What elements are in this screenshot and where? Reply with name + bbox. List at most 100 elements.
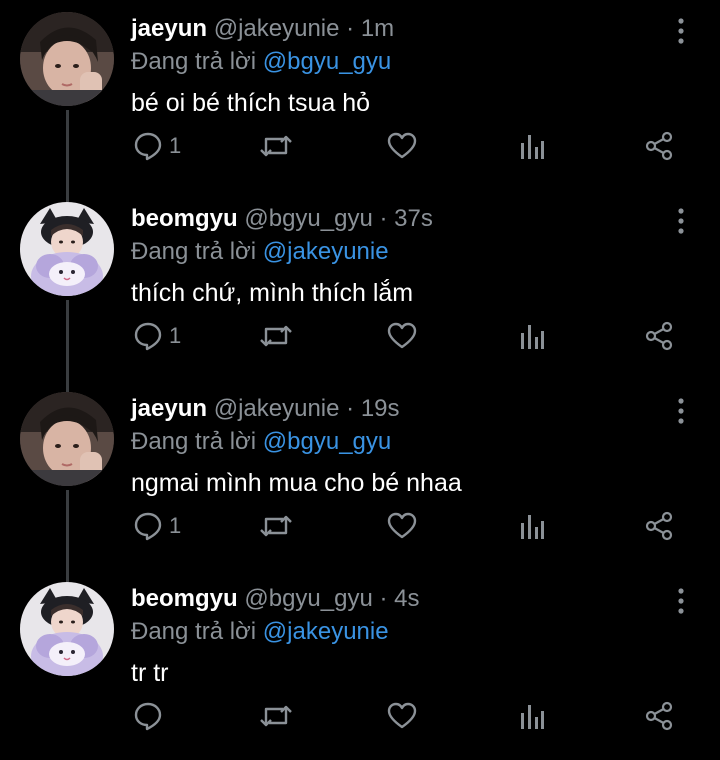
share-icon [645, 701, 673, 731]
retweet-button[interactable] [259, 506, 293, 546]
tweet[interactable]: beomgyu @bgyu_gyu · 37s Đang trả lời @ja… [0, 190, 720, 380]
reply-count: 1 [169, 323, 182, 348]
jaeyun-avatar-image [20, 392, 114, 486]
more-button[interactable] [672, 396, 690, 426]
retweet-icon [260, 705, 292, 727]
replying-to: Đang trả lời @jakeyunie [131, 237, 389, 267]
share-icon [645, 131, 673, 161]
like-button[interactable] [387, 506, 417, 546]
analytics-icon [521, 135, 544, 159]
heart-icon [387, 702, 417, 729]
analytics-button[interactable] [519, 506, 545, 546]
avatar[interactable] [20, 582, 114, 676]
retweet-icon [260, 135, 292, 157]
analytics-icon [521, 515, 544, 539]
tweet-text: ngmai mình mua cho bé nhaa [131, 469, 462, 497]
like-button[interactable] [387, 316, 417, 356]
tweet[interactable]: beomgyu @bgyu_gyu · 4s Đang trả lời @jak… [0, 570, 720, 760]
tweet-header: jaeyun @jakeyunie · 19s [131, 394, 400, 424]
tweet-text: tr tr [131, 659, 169, 687]
mention-link[interactable]: @jakeyunie [263, 618, 389, 645]
tweet-header: beomgyu @bgyu_gyu · 4s [131, 584, 420, 614]
retweet-button[interactable] [259, 696, 293, 736]
tweet-text: bé oi bé thích tsua hỏ [131, 89, 371, 117]
reply-count: 1 [169, 513, 182, 538]
tweet-header: jaeyun @jakeyunie · 1m [131, 14, 394, 44]
more-vertical-icon [678, 398, 684, 424]
reply-button[interactable]: 1 [133, 316, 181, 356]
replying-to: Đang trả lời @bgyu_gyu [131, 47, 391, 77]
reply-button[interactable]: 1 [133, 126, 181, 166]
mention-link[interactable]: @jakeyunie [263, 238, 389, 265]
reply-count: 1 [169, 133, 182, 158]
display-name[interactable]: beomgyu [131, 205, 238, 232]
beomgyu-avatar-image [20, 202, 114, 296]
analytics-icon [521, 705, 544, 729]
display-name[interactable]: jaeyun [131, 15, 207, 42]
replying-to: Đang trả lời @bgyu_gyu [131, 427, 391, 457]
tweet[interactable]: jaeyun @jakeyunie · 1m Đang trả lời @bgy… [0, 0, 720, 190]
retweet-button[interactable] [259, 126, 293, 166]
more-vertical-icon [678, 18, 684, 44]
reply-button[interactable]: 1 [133, 506, 181, 546]
user-handle[interactable]: @jakeyunie [214, 15, 340, 42]
replying-to-label: Đang trả lời [131, 428, 257, 455]
retweet-icon [260, 515, 292, 537]
timestamp[interactable]: 4s [394, 585, 419, 612]
replying-to: Đang trả lời @jakeyunie [131, 617, 389, 647]
avatar[interactable] [20, 202, 114, 296]
analytics-button[interactable] [519, 316, 545, 356]
reply-icon [134, 322, 162, 351]
share-button[interactable] [645, 696, 673, 736]
tweet-actions: 1 [0, 316, 720, 356]
display-name[interactable]: jaeyun [131, 395, 207, 422]
analytics-icon [521, 325, 544, 349]
more-button[interactable] [672, 206, 690, 236]
avatar[interactable] [20, 392, 114, 486]
reply-button[interactable] [133, 696, 169, 736]
tweet-actions [0, 696, 720, 736]
separator-dot: · [379, 585, 388, 612]
share-icon [645, 511, 673, 541]
avatar[interactable] [20, 12, 114, 106]
tweet[interactable]: jaeyun @jakeyunie · 19s Đang trả lời @bg… [0, 380, 720, 570]
timestamp[interactable]: 1m [361, 15, 394, 42]
like-button[interactable] [387, 126, 417, 166]
tweet-actions: 1 [0, 126, 720, 166]
retweet-button[interactable] [259, 316, 293, 356]
reply-icon [134, 702, 162, 731]
user-handle[interactable]: @bgyu_gyu [244, 205, 372, 232]
display-name[interactable]: beomgyu [131, 585, 238, 612]
heart-icon [387, 132, 417, 159]
mention-link[interactable]: @bgyu_gyu [263, 428, 391, 455]
analytics-button[interactable] [519, 126, 545, 166]
user-handle[interactable]: @jakeyunie [214, 395, 340, 422]
reply-icon [134, 132, 162, 161]
heart-icon [387, 512, 417, 539]
user-handle[interactable]: @bgyu_gyu [244, 585, 372, 612]
more-button[interactable] [672, 16, 690, 46]
replying-to-label: Đang trả lời [131, 238, 257, 265]
timestamp[interactable]: 37s [394, 205, 433, 232]
tweet-actions: 1 [0, 506, 720, 546]
reply-icon [134, 512, 162, 541]
share-icon [645, 321, 673, 351]
tweet-text: thích chứ, mình thích lắm [131, 279, 414, 307]
share-button[interactable] [645, 506, 673, 546]
share-button[interactable] [645, 316, 673, 356]
replying-to-label: Đang trả lời [131, 618, 257, 645]
timestamp[interactable]: 19s [361, 395, 400, 422]
jaeyun-avatar-image [20, 12, 114, 106]
more-vertical-icon [678, 208, 684, 234]
analytics-button[interactable] [519, 696, 545, 736]
separator-dot: · [346, 15, 355, 42]
more-vertical-icon [678, 588, 684, 614]
replying-to-label: Đang trả lời [131, 48, 257, 75]
mention-link[interactable]: @bgyu_gyu [263, 48, 391, 75]
beomgyu-avatar-image [20, 582, 114, 676]
like-button[interactable] [387, 696, 417, 736]
separator-dot: · [346, 395, 355, 422]
more-button[interactable] [672, 586, 690, 616]
retweet-icon [260, 325, 292, 347]
share-button[interactable] [645, 126, 673, 166]
